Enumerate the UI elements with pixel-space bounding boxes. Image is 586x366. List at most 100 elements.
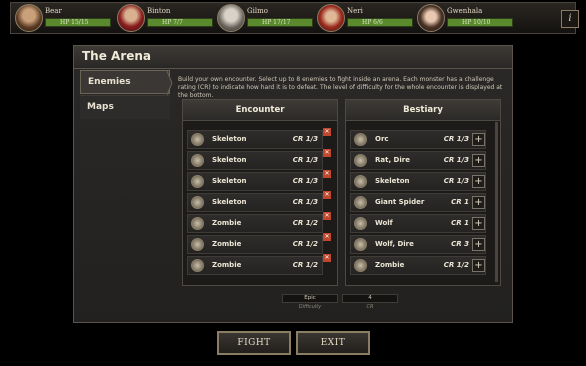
panel-title-bar: The Arena bbox=[74, 46, 512, 69]
add-icon[interactable]: + bbox=[472, 196, 485, 209]
remove-icon[interactable]: ✕ bbox=[323, 128, 331, 136]
bestiary-scrollbar[interactable] bbox=[495, 122, 498, 282]
member-name: Gilmo bbox=[247, 7, 268, 15]
hp-bar: HP 6/6 bbox=[347, 18, 413, 27]
encounter-header: Encounter bbox=[183, 100, 337, 121]
encounter-row[interactable]: Skeleton CR 1/3 bbox=[187, 193, 323, 212]
monster-cr: CR 1/3 bbox=[443, 135, 469, 143]
monster-name: Zombie bbox=[375, 261, 405, 269]
spider-icon bbox=[354, 196, 367, 209]
party-member-bear[interactable]: Bear HP 15/15 bbox=[15, 4, 111, 34]
arena-panel: The Arena Enemies Maps Build your own en… bbox=[73, 45, 513, 323]
monster-cr: CR 1/3 bbox=[292, 156, 318, 164]
fight-button[interactable]: FIGHT bbox=[217, 331, 291, 355]
monster-cr: CR 1 bbox=[451, 198, 469, 206]
tab-arrow-icon bbox=[167, 71, 173, 95]
wolf-icon bbox=[354, 217, 367, 230]
skeleton-icon bbox=[191, 154, 204, 167]
cr-value: 4 bbox=[342, 294, 398, 303]
bestiary-row[interactable]: Zombie CR 1/2 bbox=[350, 256, 486, 275]
hp-bar: HP 15/15 bbox=[45, 18, 111, 27]
monster-cr: CR 1/3 bbox=[292, 177, 318, 185]
bestiary-row[interactable]: Skeleton CR 1/3 bbox=[350, 172, 486, 191]
portrait-neri bbox=[317, 4, 345, 32]
panel-title: The Arena bbox=[82, 49, 152, 63]
rat-icon bbox=[354, 154, 367, 167]
monster-cr: CR 1/2 bbox=[292, 219, 318, 227]
monster-cr: CR 1/3 bbox=[443, 177, 469, 185]
monster-name: Zombie bbox=[212, 261, 242, 269]
remove-icon[interactable]: ✕ bbox=[323, 170, 331, 178]
remove-icon[interactable]: ✕ bbox=[323, 191, 331, 199]
portrait-gwenhala bbox=[417, 4, 445, 32]
encounter-row[interactable]: Skeleton CR 1/3 bbox=[187, 172, 323, 191]
add-icon[interactable]: + bbox=[472, 259, 485, 272]
encounter-row[interactable]: Zombie CR 1/2 bbox=[187, 256, 323, 275]
encounter-row[interactable]: Skeleton CR 1/3 bbox=[187, 130, 323, 149]
monster-name: Skeleton bbox=[375, 177, 410, 185]
zombie-icon bbox=[191, 217, 204, 230]
monster-cr: CR 1/2 bbox=[292, 261, 318, 269]
hp-bar: HP 10/10 bbox=[447, 18, 513, 27]
difficulty-value: Epic bbox=[282, 294, 338, 303]
add-icon[interactable]: + bbox=[472, 154, 485, 167]
member-name: Neri bbox=[347, 7, 363, 15]
cr-label: CR bbox=[366, 304, 374, 310]
encounter-row[interactable]: Zombie CR 1/2 bbox=[187, 214, 323, 233]
add-icon[interactable]: + bbox=[472, 238, 485, 251]
monster-name: Zombie bbox=[212, 219, 242, 227]
monster-name: Rat, Dire bbox=[375, 156, 410, 164]
add-icon[interactable]: + bbox=[472, 175, 485, 188]
difficulty-label: Difficulty bbox=[298, 304, 322, 310]
encounter-row[interactable]: Zombie CR 1/2 bbox=[187, 235, 323, 254]
monster-name: Orc bbox=[375, 135, 389, 143]
add-icon[interactable]: + bbox=[472, 133, 485, 146]
member-name: Binton bbox=[147, 7, 171, 15]
monster-name: Wolf, Dire bbox=[375, 240, 414, 248]
monster-name: Skeleton bbox=[212, 135, 247, 143]
bestiary-row[interactable]: Giant Spider CR 1 bbox=[350, 193, 486, 212]
member-name: Bear bbox=[45, 7, 62, 15]
monster-cr: CR 1 bbox=[451, 219, 469, 227]
tab-maps[interactable]: Maps bbox=[80, 95, 170, 119]
monster-name: Skeleton bbox=[212, 198, 247, 206]
bestiary-row[interactable]: Wolf CR 1 bbox=[350, 214, 486, 233]
monster-cr: CR 1/3 bbox=[443, 156, 469, 164]
bestiary-row[interactable]: Wolf, Dire CR 3 bbox=[350, 235, 486, 254]
monster-cr: CR 3 bbox=[451, 240, 469, 248]
skeleton-icon bbox=[191, 196, 204, 209]
remove-icon[interactable]: ✕ bbox=[323, 233, 331, 241]
exit-button[interactable]: EXIT bbox=[296, 331, 370, 355]
party-member-gwenhala[interactable]: Gwenhala HP 10/10 bbox=[417, 4, 513, 34]
encounter-list: Encounter Skeleton CR 1/3 ✕ Skeleton CR … bbox=[182, 99, 338, 286]
encounter-row[interactable]: Skeleton CR 1/3 bbox=[187, 151, 323, 170]
hp-bar: HP 7/7 bbox=[147, 18, 213, 27]
zombie-icon bbox=[191, 259, 204, 272]
bestiary-row[interactable]: Rat, Dire CR 1/3 bbox=[350, 151, 486, 170]
bestiary-list: Bestiary Orc CR 1/3 + Rat, Dire CR 1/3 +… bbox=[345, 99, 501, 286]
tab-enemies[interactable]: Enemies bbox=[80, 70, 173, 95]
arena-description: Build your own encounter. Select up to 8… bbox=[178, 76, 503, 99]
monster-name: Zombie bbox=[212, 240, 242, 248]
remove-icon[interactable]: ✕ bbox=[323, 149, 331, 157]
orc-icon bbox=[354, 133, 367, 146]
wolf-icon bbox=[354, 238, 367, 251]
skeleton-icon bbox=[191, 175, 204, 188]
monster-cr: CR 1/3 bbox=[292, 135, 318, 143]
skeleton-icon bbox=[354, 175, 367, 188]
remove-icon[interactable]: ✕ bbox=[323, 254, 331, 262]
member-name: Gwenhala bbox=[447, 7, 483, 15]
remove-icon[interactable]: ✕ bbox=[323, 212, 331, 220]
monster-name: Skeleton bbox=[212, 156, 247, 164]
add-icon[interactable]: + bbox=[472, 217, 485, 230]
party-bar: Bear HP 15/15 Binton HP 7/7 Gilmo HP 17/… bbox=[10, 2, 579, 34]
party-member-binton[interactable]: Binton HP 7/7 bbox=[117, 4, 213, 34]
bestiary-row[interactable]: Orc CR 1/3 bbox=[350, 130, 486, 149]
party-member-gilmo[interactable]: Gilmo HP 17/17 bbox=[217, 4, 313, 34]
portrait-gilmo bbox=[217, 4, 245, 32]
info-button[interactable]: i bbox=[561, 10, 579, 28]
party-member-neri[interactable]: Neri HP 6/6 bbox=[317, 4, 413, 34]
fight-label: FIGHT bbox=[237, 338, 271, 348]
monster-name: Skeleton bbox=[212, 177, 247, 185]
hp-bar: HP 17/17 bbox=[247, 18, 313, 27]
